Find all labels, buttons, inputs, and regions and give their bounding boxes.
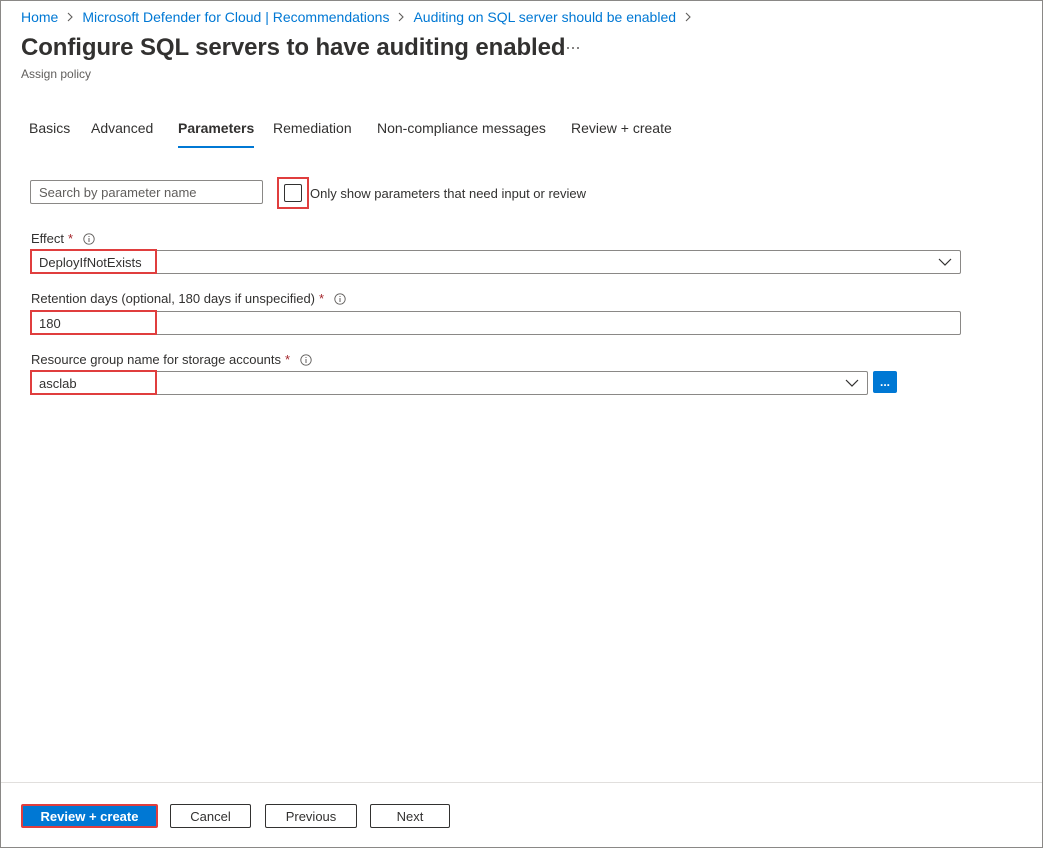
chevron-right-icon — [66, 12, 74, 22]
info-icon[interactable] — [334, 292, 346, 305]
previous-button[interactable]: Previous — [265, 804, 357, 828]
footer-divider — [1, 782, 1042, 783]
effect-highlight — [30, 249, 157, 274]
effect-label-row: Effect * — [31, 231, 95, 246]
page-subtitle: Assign policy — [21, 67, 92, 81]
only-show-needs-input-label: Only show parameters that need input or … — [310, 186, 587, 201]
chevron-down-icon — [845, 379, 859, 387]
info-icon[interactable] — [83, 232, 95, 245]
chevron-right-icon — [397, 12, 405, 22]
tab-non-compliance-messages[interactable]: Non-compliance messages — [377, 120, 546, 148]
page-title: Configure SQL servers to have auditing e… — [21, 34, 566, 61]
effect-label: Effect — [31, 231, 65, 246]
tab-remediation[interactable]: Remediation — [273, 120, 352, 148]
tab-review-create[interactable]: Review + create — [571, 120, 672, 148]
browse-resource-group-button[interactable]: ... — [873, 371, 897, 393]
required-marker: * — [319, 291, 325, 306]
effect-dropdown[interactable]: DeployIfNotExists — [30, 250, 961, 274]
info-icon[interactable] — [300, 353, 312, 366]
retention-highlight — [30, 310, 157, 335]
resource-group-label: Resource group name for storage accounts — [31, 352, 282, 367]
breadcrumb-recommendations[interactable]: Microsoft Defender for Cloud | Recommend… — [82, 9, 389, 25]
next-button[interactable]: Next — [370, 804, 450, 828]
resource-group-highlight — [30, 370, 157, 395]
chevron-right-icon — [684, 12, 692, 22]
retention-label: Retention days (optional, 180 days if un… — [31, 291, 316, 306]
breadcrumb-home[interactable]: Home — [21, 9, 58, 25]
cancel-button[interactable]: Cancel — [170, 804, 251, 828]
tab-parameters[interactable]: Parameters — [178, 120, 255, 148]
required-marker: * — [285, 352, 291, 367]
breadcrumb: Home Microsoft Defender for Cloud | Reco… — [21, 8, 700, 26]
breadcrumb-auditing[interactable]: Auditing on SQL server should be enabled — [413, 9, 676, 25]
retention-days-input[interactable]: 180 — [30, 311, 961, 335]
tab-advanced[interactable]: Advanced — [91, 120, 153, 148]
required-marker: * — [68, 231, 74, 246]
review-create-button[interactable]: Review + create — [21, 804, 158, 828]
only-show-needs-input-checkbox[interactable] — [284, 184, 302, 202]
resource-group-label-row: Resource group name for storage accounts… — [31, 352, 312, 367]
more-icon[interactable] — [563, 40, 583, 56]
parameter-search-input[interactable] — [30, 180, 263, 204]
retention-label-row: Retention days (optional, 180 days if un… — [31, 291, 346, 306]
chevron-down-icon — [938, 258, 952, 266]
tab-basics[interactable]: Basics — [29, 120, 70, 148]
